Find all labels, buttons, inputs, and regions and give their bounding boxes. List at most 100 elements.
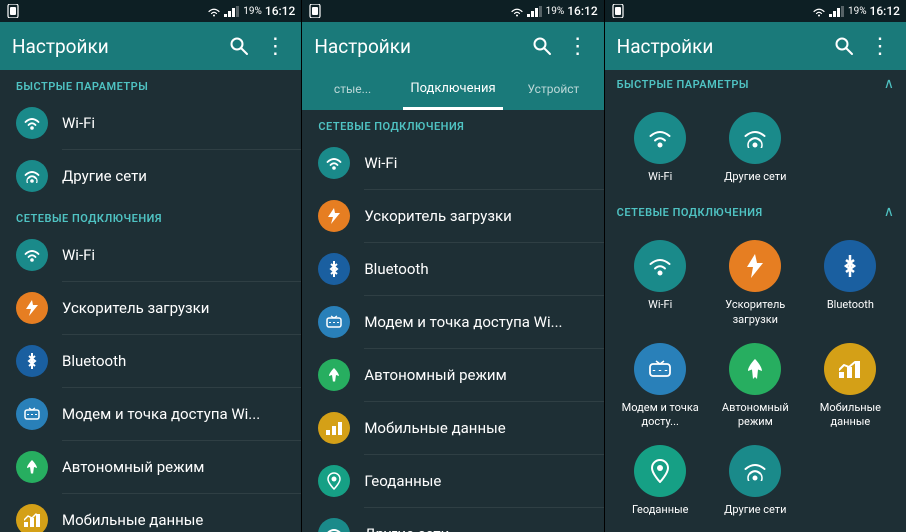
list-item-boost-1[interactable]: Ускоритель загрузки	[0, 282, 301, 334]
time-2: 16:12	[567, 4, 597, 18]
bluetooth-icon-2	[318, 253, 350, 285]
grid-bluetooth-label-3: Bluetooth	[827, 298, 874, 312]
bluetooth-label-1: Bluetooth	[62, 352, 126, 370]
list-item-wifi-quick-1[interactable]: Wi-Fi	[0, 97, 301, 149]
modem-label-1: Модем и точка доступа Wi...	[62, 405, 260, 423]
grid-bluetooth-icon-3	[824, 240, 876, 292]
wifi-status-icon-1	[207, 6, 221, 17]
list-item-modem-1[interactable]: Модем и точка доступа Wi...	[0, 388, 301, 440]
panel-3: 19% 16:12 Настройки ⋮ БЫСТРЫЕ ПАРАМЕТРЫ …	[605, 0, 906, 532]
grid-geo-icon-3	[634, 445, 686, 497]
search-button-1[interactable]	[225, 32, 253, 60]
app-bar-1: Настройки ⋮	[0, 22, 301, 70]
chevron-quick-3[interactable]: ∧	[884, 76, 894, 92]
chevron-network-3[interactable]: ∧	[884, 204, 894, 220]
grid-geo-3[interactable]: Геоданные	[613, 437, 708, 525]
content-3: БЫСТРЫЕ ПАРАМЕТРЫ ∧ Wi-Fi Другие сети СЕ…	[605, 70, 906, 532]
battery-text-1: 19%	[243, 6, 262, 17]
signal-icon-2	[527, 6, 543, 17]
grid-modem-icon-3	[634, 343, 686, 395]
search-button-3[interactable]	[830, 32, 858, 60]
wifi-icon-1	[16, 239, 48, 271]
modem-icon-2	[318, 306, 350, 338]
grid-wifi-quick-3[interactable]: Wi-Fi	[613, 104, 708, 192]
grid-airplane-icon-3	[729, 343, 781, 395]
more-button-2[interactable]: ⋮	[564, 32, 592, 60]
app-bar-2: Настройки ⋮	[302, 22, 603, 70]
more-button-3[interactable]: ⋮	[866, 32, 894, 60]
app-bar-3: Настройки ⋮	[605, 22, 906, 70]
tab-quick-2[interactable]: стые...	[302, 70, 402, 110]
section-network-header-3: СЕТЕВЫЕ ПОДКЛЮЧЕНИЯ ∧	[605, 198, 906, 226]
status-left-1	[6, 4, 20, 18]
wifi-status-icon-3	[812, 6, 826, 17]
boost-icon-2	[318, 200, 350, 232]
list-item-othernet-2[interactable]: Другие сети	[302, 508, 603, 532]
time-1: 16:12	[265, 4, 295, 18]
boost-icon-1	[16, 292, 48, 324]
battery-text-3: 19%	[848, 6, 867, 17]
grid-othernet-3[interactable]: Другие сети	[708, 437, 803, 525]
airplane-icon-1	[16, 451, 48, 483]
tab-connections-2[interactable]: Подключения	[403, 70, 503, 110]
status-right-1: 19% 16:12	[207, 4, 295, 18]
quick-grid-3: Wi-Fi Другие сети	[605, 98, 906, 198]
list-item-bluetooth-2[interactable]: Bluetooth	[302, 243, 603, 295]
status-right-3: 19% 16:12	[812, 4, 900, 18]
modem-label-2: Модем и точка доступа Wi...	[364, 313, 562, 331]
more-button-1[interactable]: ⋮	[261, 32, 289, 60]
status-bar-2: 19% 16:12	[302, 0, 603, 22]
list-item-modem-2[interactable]: Модем и точка доступа Wi...	[302, 296, 603, 348]
status-left-2	[308, 4, 322, 18]
sim-icon-3	[611, 4, 625, 18]
list-item-airplane-1[interactable]: Автономный режим	[0, 441, 301, 493]
section-network-2: СЕТЕВЫЕ ПОДКЛЮЧЕНИЯ	[302, 110, 603, 137]
section-quick-header-3: БЫСТРЫЕ ПАРАМЕТРЫ ∧	[605, 70, 906, 98]
grid-wifi-net-3[interactable]: Wi-Fi	[613, 232, 708, 335]
signal-icon-1	[224, 6, 240, 17]
grid-data-3[interactable]: Мобильные данные	[803, 335, 898, 438]
grid-othernet-icon-3	[729, 445, 781, 497]
grid-modem-3[interactable]: Модем и точка досту...	[613, 335, 708, 438]
wifi-status-icon-2	[510, 6, 524, 17]
grid-wifi-net-icon-3	[634, 240, 686, 292]
othernet-label-quick-1: Другие сети	[62, 167, 147, 185]
geo-icon-2	[318, 465, 350, 497]
list-item-othernet-quick-1[interactable]: Другие сети	[0, 150, 301, 202]
list-item-wifi-1[interactable]: Wi-Fi	[0, 229, 301, 281]
grid-boost-icon-3	[729, 240, 781, 292]
list-item-geo-2[interactable]: Геоданные	[302, 455, 603, 507]
status-left-3	[611, 4, 625, 18]
wifi-label-1: Wi-Fi	[62, 246, 95, 264]
grid-bluetooth-3[interactable]: Bluetooth	[803, 232, 898, 335]
list-item-data-2[interactable]: Мобильные данные	[302, 402, 603, 454]
list-item-data-1[interactable]: Мобильные данные	[0, 494, 301, 532]
section-network-1: СЕТЕВЫЕ ПОДКЛЮЧЕНИЯ	[0, 202, 301, 229]
wifi-icon-2	[318, 147, 350, 179]
list-item-airplane-2[interactable]: Автономный режим	[302, 349, 603, 401]
content-1: БЫСТРЫЕ ПАРАМЕТРЫ Wi-Fi Другие сети СЕТЕ…	[0, 70, 301, 532]
grid-wifi-net-label-3: Wi-Fi	[648, 298, 672, 312]
tab-devices-2[interactable]: Устройст	[503, 70, 603, 110]
list-item-bluetooth-1[interactable]: Bluetooth	[0, 335, 301, 387]
grid-modem-label-3: Модем и точка досту...	[617, 401, 704, 430]
grid-othernet-quick-3[interactable]: Другие сети	[708, 104, 803, 192]
section-quick-text-3: БЫСТРЫЕ ПАРАМЕТРЫ	[617, 78, 749, 91]
bluetooth-label-2: Bluetooth	[364, 260, 428, 278]
list-item-boost-2[interactable]: Ускоритель загрузки	[302, 190, 603, 242]
grid-airplane-3[interactable]: Автономный режим	[708, 335, 803, 438]
data-icon-2	[318, 412, 350, 444]
battery-text-2: 19%	[546, 6, 565, 17]
sim-icon-1	[6, 4, 20, 18]
signal-icon-3	[829, 6, 845, 17]
time-3: 16:12	[870, 4, 900, 18]
geo-label-2: Геоданные	[364, 472, 441, 490]
grid-data-label-3: Мобильные данные	[807, 401, 894, 430]
grid-boost-3[interactable]: Ускоритель загрузки	[708, 232, 803, 335]
search-button-2[interactable]	[528, 32, 556, 60]
section-quick-1: БЫСТРЫЕ ПАРАМЕТРЫ	[0, 70, 301, 97]
list-item-wifi-2[interactable]: Wi-Fi	[302, 137, 603, 189]
grid-boost-label-3: Ускоритель загрузки	[712, 298, 799, 327]
app-title-1: Настройки	[12, 35, 217, 58]
airplane-label-1: Автономный режим	[62, 458, 204, 476]
